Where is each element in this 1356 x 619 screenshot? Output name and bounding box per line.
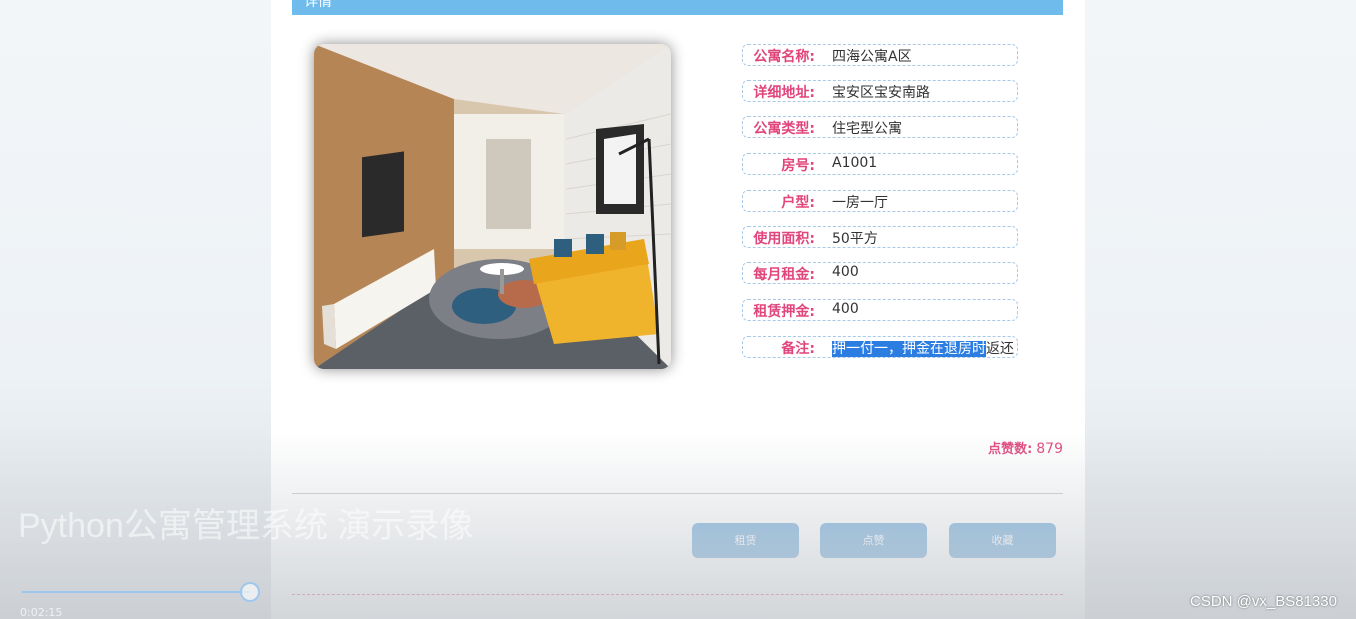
field-value: 一房一厅 bbox=[832, 195, 888, 211]
field-label: 每月租金: bbox=[753, 267, 815, 283]
field-label: 房号: bbox=[781, 158, 815, 174]
field-label: 公寓类型: bbox=[753, 121, 815, 137]
video-title: Python公寓管理系统 演示录像 bbox=[18, 507, 474, 545]
field-value: 四海公寓A区 bbox=[832, 49, 912, 65]
favorite-button[interactable]: 收藏 bbox=[949, 523, 1056, 558]
field-value: 400 bbox=[832, 301, 859, 317]
like-count-label: 点赞数: bbox=[988, 442, 1033, 457]
rent-button[interactable]: 租赁 bbox=[692, 523, 799, 558]
field-deposit: 租赁押金: 400 bbox=[742, 299, 1018, 321]
field-label: 详细地址: bbox=[753, 85, 815, 101]
apartment-photo bbox=[314, 44, 671, 369]
field-label: 备注: bbox=[781, 341, 815, 357]
field-apartment-type: 公寓类型: 住宅型公寓 bbox=[742, 116, 1018, 138]
field-value: 押一付一，押金在退房时返还 bbox=[832, 338, 1014, 358]
watermark: CSDN @vx_BS81330 bbox=[1190, 593, 1337, 610]
field-area: 使用面积: 50平方 bbox=[742, 226, 1018, 248]
video-progress-bar[interactable] bbox=[22, 591, 250, 593]
detail-header-title: 详情 bbox=[304, 0, 332, 10]
field-value: A1001 bbox=[832, 155, 878, 171]
field-value: 50平方 bbox=[832, 231, 878, 247]
field-value: 宝安区宝安南路 bbox=[832, 85, 930, 101]
field-label: 户型: bbox=[781, 195, 815, 211]
detail-header-bar: 详情 bbox=[292, 0, 1063, 15]
selected-text: 押一付一，押金在退房时 bbox=[832, 341, 986, 357]
video-time: 0:02:15 bbox=[20, 606, 63, 619]
field-label: 公寓名称: bbox=[753, 49, 815, 65]
field-label: 使用面积: bbox=[753, 231, 815, 247]
remaining-text: 返还 bbox=[986, 341, 1014, 357]
field-value: 住宅型公寓 bbox=[832, 121, 902, 137]
field-layout: 户型: 一房一厅 bbox=[742, 190, 1018, 212]
like-count: 点赞数: 879 bbox=[988, 438, 1063, 457]
field-value: 400 bbox=[832, 264, 859, 280]
video-progress-handle[interactable] bbox=[240, 582, 260, 602]
like-count-value: 879 bbox=[1036, 441, 1063, 457]
video-backdrop-right bbox=[1085, 0, 1356, 619]
field-apartment-name: 公寓名称: 四海公寓A区 bbox=[742, 44, 1018, 66]
divider bbox=[292, 493, 1063, 494]
field-room-number: 房号: A1001 bbox=[742, 153, 1018, 175]
field-remarks: 备注: 押一付一，押金在退房时返还 bbox=[742, 336, 1018, 358]
field-address: 详细地址: 宝安区宝安南路 bbox=[742, 80, 1018, 102]
dashed-divider bbox=[292, 594, 1063, 595]
field-label: 租赁押金: bbox=[753, 304, 815, 320]
like-button[interactable]: 点赞 bbox=[820, 523, 927, 558]
field-monthly-rent: 每月租金: 400 bbox=[742, 262, 1018, 284]
